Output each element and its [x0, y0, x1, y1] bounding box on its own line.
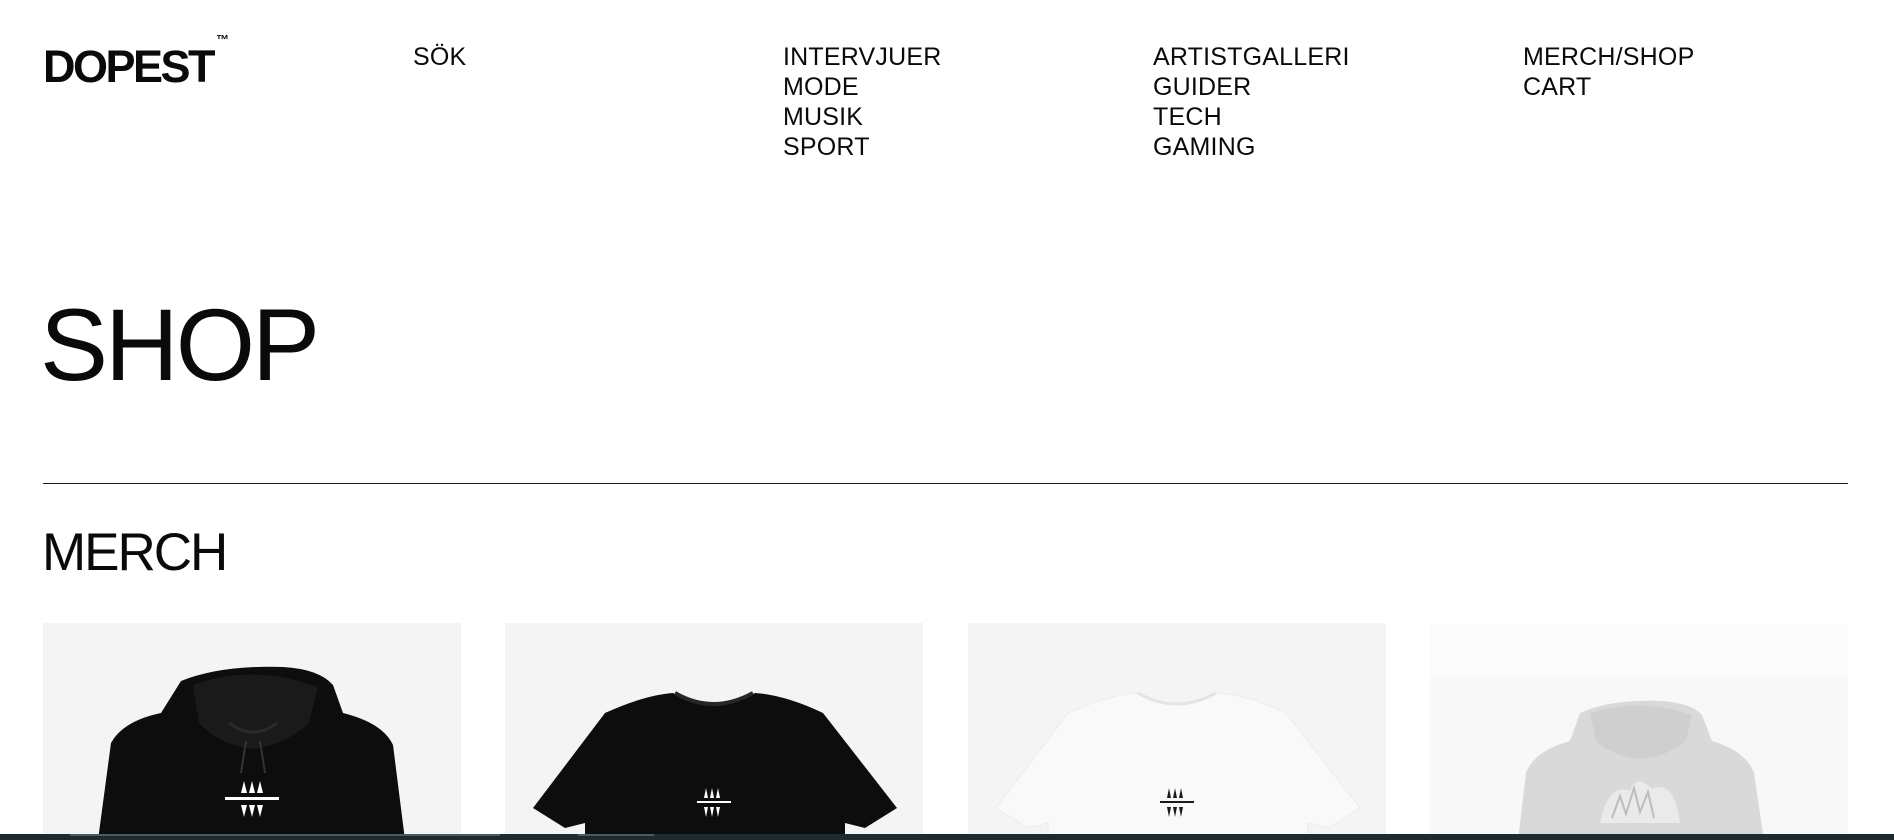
- taskbar-segment[interactable]: [578, 834, 654, 836]
- page-title: SHOP: [40, 288, 320, 402]
- vertical-scrollbar[interactable]: [1886, 0, 1894, 834]
- product-card[interactable]: [1430, 623, 1848, 840]
- nav-link-merch-shop[interactable]: MERCH/SHOP: [1523, 42, 1694, 72]
- product-image-white-tshirt: [995, 691, 1361, 840]
- nav-link-musik[interactable]: MUSIK: [783, 102, 863, 132]
- nav-column-categories-1: INTERVJUER MODE MUSIK SPORT: [783, 42, 942, 162]
- logo-text: DOPEST: [43, 41, 216, 92]
- nav-link-intervjuer[interactable]: INTERVJUER: [783, 42, 942, 72]
- nav-link-sport[interactable]: SPORT: [783, 132, 870, 162]
- nav-link-artistgalleri[interactable]: ARTISTGALLERI: [1153, 42, 1350, 72]
- product-card[interactable]: [43, 623, 461, 840]
- nav-link-gaming[interactable]: GAMING: [1153, 132, 1256, 162]
- nav-column-categories-2: ARTISTGALLERI GUIDER TECH GAMING: [1153, 42, 1350, 162]
- taskbar-segment[interactable]: [70, 834, 500, 836]
- trademark-mark: ™: [216, 32, 230, 47]
- product-image-black-tshirt: [533, 691, 897, 840]
- section-divider: [43, 483, 1848, 484]
- product-image-grey-hoodie: [1430, 623, 1848, 840]
- section-title: MERCH: [42, 523, 228, 582]
- product-image-black-hoodie: [98, 666, 405, 840]
- shop-page: DOPEST™ SÖK INTERVJUER MODE MUSIK SPORT …: [0, 0, 1894, 840]
- product-card[interactable]: [505, 623, 923, 840]
- nav-link-search[interactable]: SÖK: [413, 42, 466, 72]
- site-logo[interactable]: DOPEST™: [43, 32, 229, 93]
- product-card[interactable]: [968, 623, 1386, 840]
- taskbar: [0, 834, 1894, 840]
- nav-link-cart[interactable]: CART: [1523, 72, 1591, 102]
- nav-column-search: SÖK: [413, 42, 466, 72]
- product-grid: [43, 623, 1848, 840]
- nav-column-shop: MERCH/SHOP CART: [1523, 42, 1694, 102]
- nav-link-guider[interactable]: GUIDER: [1153, 72, 1251, 102]
- nav-link-tech[interactable]: TECH: [1153, 102, 1222, 132]
- nav-link-mode[interactable]: MODE: [783, 72, 859, 102]
